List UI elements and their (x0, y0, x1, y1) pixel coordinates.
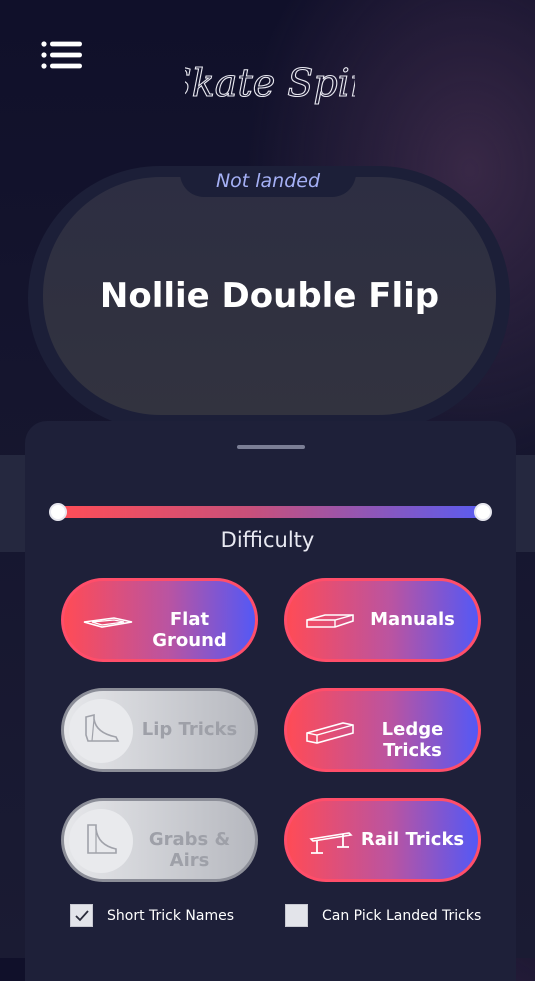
sheet-drag-handle[interactable] (237, 445, 305, 449)
category-label: Flat Ground (152, 609, 227, 651)
checkbox-label: Short Trick Names (107, 908, 235, 924)
checkmark-icon (75, 910, 89, 922)
manual-pad-icon (306, 614, 354, 628)
category-ledge-tricks-toggle[interactable]: Ledge Tricks (284, 688, 481, 772)
category-label: Lip Tricks (141, 719, 238, 740)
quarter-pipe-icon (85, 713, 120, 742)
ledge-icon (306, 722, 354, 744)
category-lip-tricks-toggle[interactable]: Lip Tricks (61, 688, 258, 772)
category-rail-tricks-toggle[interactable]: Rail Tricks (284, 798, 481, 882)
checkbox-label: Can Pick Landed Tricks (322, 908, 482, 924)
category-label: Manuals (370, 609, 455, 630)
difficulty-label: Difficulty (220, 528, 315, 552)
difficulty-slider-track[interactable] (57, 506, 484, 518)
category-grabs-airs-toggle[interactable]: Grabs & Airs (61, 798, 258, 882)
difficulty-max-handle[interactable] (474, 503, 492, 521)
category-label: Grabs & Airs (148, 829, 231, 871)
trick-name: Nollie Double Flip (99, 276, 440, 316)
category-flat-ground-toggle[interactable]: Flat Ground (61, 578, 258, 662)
checkbox-box[interactable] (70, 904, 93, 927)
ramp-icon (87, 824, 117, 854)
checkbox-box[interactable] (285, 904, 308, 927)
difficulty-min-handle[interactable] (49, 503, 67, 521)
rail-icon (309, 832, 353, 854)
flat-ground-icon (83, 617, 133, 628)
category-label: Rail Tricks (360, 829, 465, 850)
logo-text: Skate Spin (185, 61, 355, 105)
category-manuals-toggle[interactable]: Manuals (284, 578, 481, 662)
category-label: Ledge Tricks (381, 719, 444, 761)
landed-status: Not landed (215, 170, 321, 192)
app-logo: Skate Spin (185, 60, 355, 105)
menu-icon[interactable] (40, 40, 84, 72)
